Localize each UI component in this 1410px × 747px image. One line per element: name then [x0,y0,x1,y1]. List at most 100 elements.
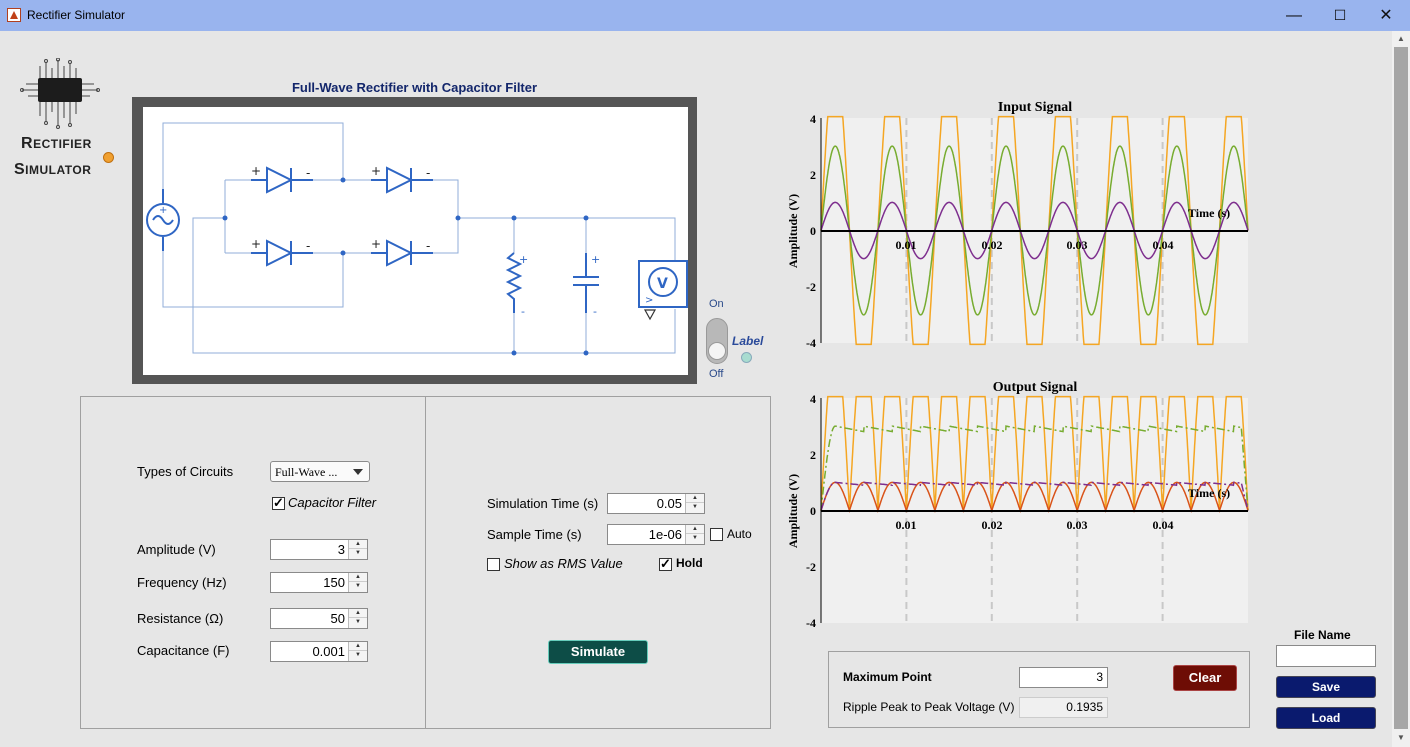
input-signal-chart: 4 2 0 -2 -4 0.01 0.02 0.03 0.04 Time (s)… [786,100,1249,350]
svg-text:-: - [306,239,310,253]
label-toggle-text: Label [732,334,764,348]
label-lamp [741,352,752,363]
toggle-knob[interactable] [708,342,726,360]
logo-r: R [21,135,34,152]
ripple-label: Ripple Peak to Peak Voltage (V) [843,700,1015,714]
chart-title: Output Signal [993,380,1078,395]
capacitance-field[interactable]: 0.001 ▲ ▼ [270,641,368,662]
rms-checkbox[interactable] [487,558,500,571]
schematic-frame: + + - + - + - + - + - + - V > [132,97,697,384]
capacitor-filter-label: Capacitor Filter [288,495,377,510]
toggle-off-label: Off [709,368,724,380]
output-signal-chart: 4 2 0 -2 -4 0.01 0.02 0.03 0.04 Time (s)… [786,380,1249,630]
sample-time-stepper[interactable]: ▲ ▼ [685,525,704,544]
x-tick: 0.03 [1067,238,1088,252]
y-tick: 4 [810,112,816,126]
save-button[interactable]: Save [1276,676,1376,698]
chart-title: Input Signal [998,100,1072,115]
circuit-type-dropdown[interactable]: Full-Wave ... [270,461,370,482]
clear-button[interactable]: Clear [1173,665,1237,691]
chip-icon [20,58,100,129]
svg-text:+: + [371,164,381,178]
vertical-scrollbar[interactable]: ▲ ▼ [1392,31,1410,747]
amplitude-stepper[interactable]: ▲ ▼ [348,540,367,559]
scroll-down-icon[interactable]: ▼ [1392,733,1410,742]
amplitude-label: Amplitude (V) [137,542,216,557]
logo-rectifier: ECTIFIER [33,137,92,151]
x-tick: 0.01 [896,238,917,252]
maximum-point-label: Maximum Point [843,670,932,684]
parameters-panel [80,396,426,729]
minimize-button[interactable]: — [1271,0,1317,31]
svg-text:+: + [251,164,261,178]
amplitude-value: 3 [337,542,345,557]
y-tick: 2 [810,168,816,182]
svg-text:+: + [251,237,261,251]
chevron-down-icon [353,469,363,475]
simulation-time-field[interactable]: 0.05 ▲ ▼ [607,493,705,514]
circuit-type-value: Full-Wave ... [275,465,338,479]
svg-text:+: + [591,253,600,266]
simulation-time-value: 0.05 [656,496,682,511]
schematic-title: Full-Wave Rectifier with Capacitor Filte… [291,80,538,95]
schematic-canvas: + + - + - + - + - + - + - V > [143,107,688,375]
logo-simulator: IMULATOR [25,163,92,177]
bulb-icon [103,152,114,163]
sample-time-field[interactable]: 1e-06 ▲ ▼ [607,524,705,545]
x-tick: 0.03 [1067,518,1088,532]
x-axis-label: Time (s) [1188,206,1230,220]
y-tick: -2 [806,560,816,574]
svg-text:V: V [657,276,668,292]
x-tick: 0.04 [1153,238,1174,252]
svg-text:-: - [521,305,525,318]
resistance-label: Resistance (Ω) [137,611,224,626]
maximize-button[interactable]: ☐ [1317,0,1363,31]
rms-label: Show as RMS Value [504,556,623,571]
close-button[interactable]: ✕ [1363,0,1409,31]
hold-checkbox[interactable] [659,556,672,572]
sample-time-label: Sample Time (s) [487,527,582,542]
svg-text:-: - [593,305,597,318]
y-tick: -2 [806,280,816,294]
y-axis-label: Amplitude (V) [786,194,800,268]
scroll-up-icon[interactable]: ▲ [1392,34,1410,43]
capacitor-filter-checkbox[interactable] [272,495,285,511]
x-axis-label: Time (s) [1188,486,1230,500]
sample-time-value: 1e-06 [648,527,682,542]
title-bar: Rectifier Simulator — ☐ ✕ [0,0,1410,31]
window-title: Rectifier Simulator [27,8,126,22]
circuit-diagram: + + - + - + - + - + - + - V > [146,122,688,356]
svg-text:-: - [306,166,310,180]
label-toggle-switch[interactable] [706,318,728,364]
svg-text:+: + [371,237,381,251]
logo-s: S [14,161,26,178]
amplitude-field[interactable]: 3 ▲ ▼ [270,539,368,560]
frequency-field[interactable]: 150 ▲ ▼ [270,572,368,593]
ripple-field: 0.1935 [1019,697,1108,718]
types-of-circuits-label: Types of Circuits [137,464,234,479]
y-tick: 4 [810,392,816,406]
y-tick: -4 [806,336,816,350]
file-name-input[interactable] [1276,645,1376,667]
load-button[interactable]: Load [1276,707,1376,729]
y-tick: 0 [810,504,816,518]
frequency-label: Frequency (Hz) [137,575,227,590]
resistance-stepper[interactable]: ▲ ▼ [348,609,367,628]
scroll-thumb[interactable] [1394,47,1408,729]
resistance-field[interactable]: 50 ▲ ▼ [270,608,368,629]
svg-text:+: + [519,253,528,266]
maximum-point-field[interactable]: 3 [1019,667,1108,688]
svg-text:>: > [645,295,653,306]
x-tick: 0.04 [1153,518,1174,532]
capacitance-stepper[interactable]: ▲ ▼ [348,642,367,661]
auto-checkbox[interactable] [710,528,723,541]
capacitance-value: 0.001 [312,644,345,659]
x-tick: 0.01 [896,518,917,532]
svg-text:-: - [426,239,430,253]
file-name-label: File Name [1294,628,1351,642]
simulation-time-stepper[interactable]: ▲ ▼ [685,494,704,513]
svg-text:-: - [426,166,430,180]
resistance-value: 50 [330,611,345,626]
frequency-stepper[interactable]: ▲ ▼ [348,573,367,592]
simulate-button[interactable]: Simulate [548,640,648,664]
